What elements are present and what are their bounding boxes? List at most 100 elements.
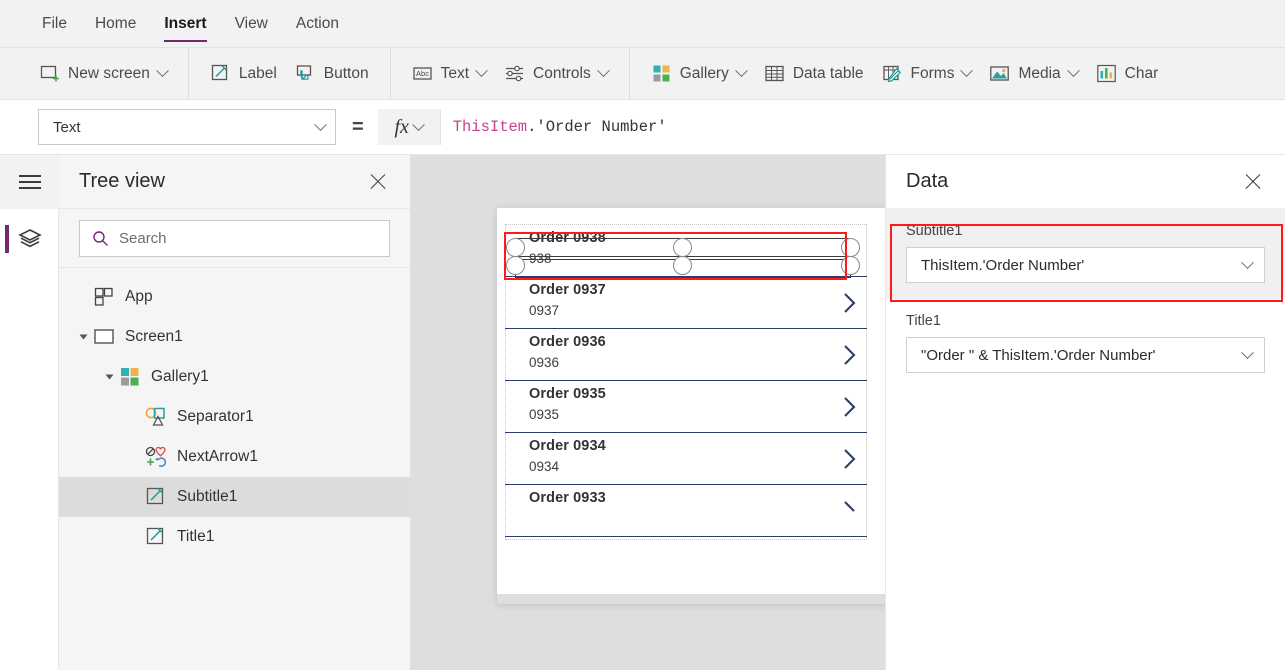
ribbon-button-new-screen[interactable]: New screen [30,54,176,94]
new-screen-icon [39,63,60,84]
button-icon [295,63,316,84]
data-field-dropdown-subtitle1[interactable]: ThisItem.'Order Number' [906,247,1265,283]
gallery-row[interactable]: Order 0937 0937 [505,277,867,329]
ribbon-group-1: Label Button [188,47,390,100]
property-select[interactable]: Text [38,109,336,145]
data-field-subtitle1: Subtitle1ThisItem.'Order Number' [886,209,1285,299]
tree-item-screen1[interactable]: Screen1 [59,317,410,357]
ribbon-button-button[interactable]: Button [286,54,378,94]
fx-icon: fx [394,116,408,139]
label-icon [145,526,167,548]
gallery-icon [119,366,141,388]
tree-item-label: Gallery1 [151,368,209,386]
formula-token-rest: .'Order Number' [527,118,667,136]
tree-item-gallery1[interactable]: Gallery1 [59,357,410,397]
text-icon: Abc [412,63,433,84]
gallery-row-subtitle: 0936 [529,355,559,370]
menu-item-file[interactable]: File [28,0,81,47]
ribbon-button-media[interactable]: Media [980,54,1086,94]
expand-caret-icon[interactable] [106,375,114,380]
gallery-row-subtitle: 0934 [529,459,559,474]
ribbon-button-char[interactable]: Char [1087,54,1168,94]
data-panel-header: Data [886,155,1285,209]
data-table-icon [764,63,785,84]
search-placeholder: Search [119,230,167,247]
gallery-row[interactable]: Order 09350935 [505,381,867,433]
ribbon-button-text[interactable]: AbcText [403,54,495,94]
chevron-right-icon[interactable] [841,342,859,368]
chevron-right-icon[interactable] [841,290,859,316]
chevron-right-icon[interactable] [841,446,859,472]
tree-rows: App Screen1 Gallery1 Separator1 NextArrow1 Su… [59,268,410,557]
media-icon [989,63,1010,84]
rail-item-tree-view[interactable] [0,209,59,269]
chevron-right-icon[interactable] [841,498,859,524]
tree-item-title1[interactable]: Title1 [59,517,410,557]
ribbon-group-0: New screen [18,47,188,100]
formula-bar: Text = fx ThisItem.'Order Number' [0,100,1285,155]
ribbon-button-label: New screen [68,65,150,83]
data-panel-title: Data [906,170,948,193]
gallery-row[interactable]: Order 0938938 [505,225,867,277]
data-field-dropdown-title1[interactable]: "Order " & ThisItem.'Order Number' [906,337,1265,373]
gallery-row[interactable]: Order 0934 0934 [505,433,867,485]
data-panel-fields: Subtitle1ThisItem.'Order Number'Title1"O… [886,209,1285,389]
tree-item-separator1[interactable]: Separator1 [59,397,410,437]
close-icon[interactable] [1241,170,1265,194]
gallery-row-title: Order 0935 [529,386,606,402]
chevron-down-icon [1241,256,1254,269]
hamburger-icon [19,171,41,194]
tree-item-label: NextArrow1 [177,448,258,466]
gallery-row-title: Order 0937 [529,282,606,298]
ribbon-button-label[interactable]: Label [201,54,286,94]
label-icon [145,486,167,508]
fx-button[interactable]: fx [378,109,440,145]
charts-icon [1096,63,1117,84]
power-apps-studio: FileHomeInsertViewAction New screen Label… [0,0,1285,670]
chevron-down-icon [961,64,974,77]
search-icon [92,230,109,247]
gallery-row-title: Order 0936 [529,334,606,350]
ribbon-group-3: Gallery Data table FormsMediaChar [629,47,1180,100]
app-canvas[interactable]: Order 0938938 Order 0937 0937 Order 0936 093… [411,155,885,670]
tree-item-nextarrow1[interactable]: NextArrow1 [59,437,410,477]
ribbon-button-label: Label [239,65,277,83]
menu-item-action[interactable]: Action [282,0,353,47]
search-input[interactable]: Search [79,220,390,257]
gallery-row-subtitle: 0937 [529,303,559,318]
chevron-down-icon [475,64,488,77]
ribbon-button-label: Data table [793,65,864,83]
menu-item-view[interactable]: View [221,0,282,47]
tree-item-app[interactable]: App [59,277,410,317]
close-icon[interactable] [366,170,390,194]
gallery-control[interactable]: Order 0938938 Order 0937 0937 Order 0936 093… [497,208,885,594]
data-field-title1: Title1"Order " & ThisItem.'Order Number' [886,299,1285,389]
screen-icon [93,326,115,348]
chevron-down-icon [597,64,610,77]
menu-item-insert[interactable]: Insert [150,0,220,47]
ribbon-button-label: Button [324,65,369,83]
hamburger-menu-button[interactable] [0,155,59,209]
app-screen[interactable]: Order 0938938 Order 0937 0937 Order 0936 093… [497,208,885,594]
ribbon-button-gallery[interactable]: Gallery [642,54,755,94]
expand-caret-icon[interactable] [80,335,88,340]
tree-view-title: Tree view [79,170,165,193]
ribbon-button-controls[interactable]: Controls [495,54,617,94]
ribbon-button-forms[interactable]: Forms [873,54,981,94]
data-field-value: "Order " & ThisItem.'Order Number' [921,347,1156,364]
chevron-right-icon[interactable] [841,238,859,264]
left-rail [0,155,59,670]
gallery-row-title: Order 0938 [529,230,606,246]
formula-input[interactable]: ThisItem.'Order Number' [440,109,1285,145]
gallery-row-title: Order 0934 [529,438,606,454]
tree-item-subtitle1[interactable]: Subtitle1 [59,477,410,517]
icons-icon [145,446,167,468]
chevron-down-icon [314,118,327,131]
svg-text:Abc: Abc [416,69,429,78]
gallery-row[interactable]: Order 0936 0936 [505,329,867,381]
gallery-row[interactable]: Order 0933 [505,485,867,537]
tree-item-label: Screen1 [125,328,183,346]
chevron-right-icon[interactable] [841,394,859,420]
ribbon-button-data-table[interactable]: Data table [755,54,873,94]
menu-item-home[interactable]: Home [81,0,150,47]
